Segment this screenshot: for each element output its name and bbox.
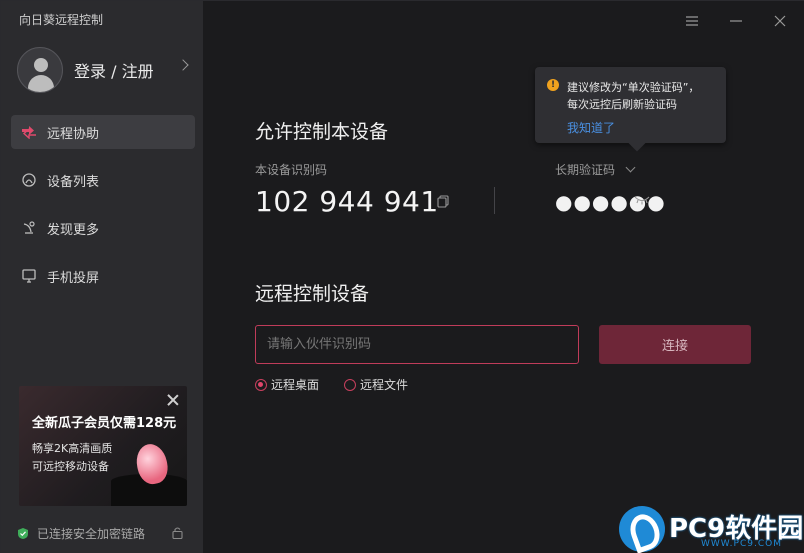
connection-status: 已连接安全加密链路 xyxy=(17,525,193,541)
sidebar-item-label: 远程协助 xyxy=(47,126,100,142)
main-panel: 允许控制本设备 本设备识别码 102 944 941 长期验证码 ●●●●●● … xyxy=(203,1,804,553)
code-tooltip: ! 建议修改为“单次验证码”， 每次远控后刷新验证码 我知道了 xyxy=(535,67,726,143)
app-window: 向日葵远程控制 登录 / 注册 远程协助 设备列表 发现更多 手机投屏 全新瓜子… xyxy=(0,0,804,553)
avatar xyxy=(17,47,63,93)
device-list-icon xyxy=(21,172,37,188)
divider xyxy=(494,187,495,214)
close-icon[interactable] xyxy=(167,394,179,406)
tooltip-text: 建议修改为“单次验证码”， xyxy=(567,81,700,94)
screen-cast-icon xyxy=(21,268,37,284)
radio-remote-files[interactable]: 远程文件 xyxy=(344,376,408,393)
tooltip-dismiss-link[interactable]: 我知道了 xyxy=(567,119,615,136)
lock-icon[interactable] xyxy=(172,526,183,539)
chevron-right-icon xyxy=(177,59,189,71)
app-title: 向日葵远程控制 xyxy=(19,13,104,27)
sidebar-item-device-list[interactable]: 设备列表 xyxy=(11,163,195,197)
discover-icon xyxy=(21,220,37,236)
remote-assist-icon xyxy=(21,124,37,140)
device-id-label: 本设备识别码 xyxy=(255,163,328,177)
radio-remote-desktop[interactable]: 远程桌面 xyxy=(255,376,319,393)
eye-closed-icon[interactable] xyxy=(633,195,651,205)
radio-dot xyxy=(344,378,356,391)
window-controls xyxy=(685,13,787,27)
menu-icon[interactable] xyxy=(685,13,699,27)
minimize-icon[interactable] xyxy=(729,13,743,27)
warning-icon: ! xyxy=(547,79,559,91)
close-window-icon[interactable] xyxy=(773,13,787,27)
tooltip-text: 每次远控后刷新验证码 xyxy=(567,98,677,111)
allow-control-title: 允许控制本设备 xyxy=(255,121,389,143)
radio-dot xyxy=(255,378,267,391)
connection-status-text: 已连接安全加密链路 xyxy=(37,526,146,541)
watermark: PC9软件园 WWW.PC9.COM xyxy=(619,506,804,553)
promo-line: 可远控移动设备 xyxy=(32,460,109,473)
sidebar-nav: 远程协助 设备列表 发现更多 手机投屏 xyxy=(11,115,195,307)
sidebar-item-remote-assist[interactable]: 远程协助 xyxy=(11,115,195,149)
copy-icon[interactable] xyxy=(437,195,449,208)
promo-banner[interactable]: 全新瓜子会员仅需128元 畅享2K高清画质 可远控移动设备 xyxy=(19,386,187,506)
partner-id-input[interactable] xyxy=(255,325,579,364)
shield-check-icon xyxy=(18,527,28,539)
sidebar-item-screen-cast[interactable]: 手机投屏 xyxy=(11,259,195,293)
sidebar-item-label: 设备列表 xyxy=(47,174,100,190)
radio-label: 远程文件 xyxy=(360,378,409,392)
sidebar-item-label: 手机投屏 xyxy=(47,270,100,286)
code-type-dropdown[interactable]: 长期验证码 xyxy=(555,161,615,178)
sidebar: 向日葵远程控制 登录 / 注册 远程协助 设备列表 发现更多 手机投屏 全新瓜子… xyxy=(1,1,203,553)
remote-control-title: 远程控制设备 xyxy=(255,283,370,305)
watermark-sub: WWW.PC9.COM xyxy=(701,539,782,549)
pc9-logo-icon xyxy=(619,506,665,552)
promo-line: 畅享2K高清画质 xyxy=(32,442,113,455)
promo-title: 全新瓜子会员仅需128元 xyxy=(32,416,177,431)
radio-label: 远程桌面 xyxy=(271,378,320,392)
login-register-button[interactable]: 登录 / 注册 xyxy=(17,47,193,93)
sidebar-item-discover[interactable]: 发现更多 xyxy=(11,211,195,245)
chevron-down-icon[interactable] xyxy=(625,162,636,173)
sidebar-item-label: 发现更多 xyxy=(47,222,100,238)
login-label: 登录 / 注册 xyxy=(74,62,154,81)
connect-button[interactable]: 连接 xyxy=(599,325,751,364)
device-id: 102 944 941 xyxy=(255,185,439,218)
